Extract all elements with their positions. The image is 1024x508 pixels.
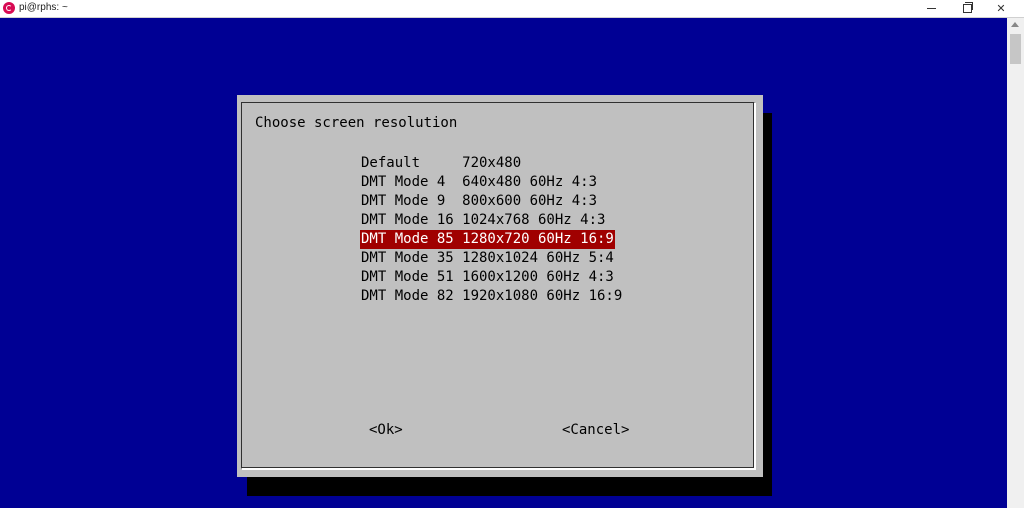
minimize-button[interactable] bbox=[913, 0, 949, 17]
maximize-button[interactable] bbox=[949, 0, 985, 17]
close-button[interactable]: ✕ bbox=[985, 0, 1017, 17]
scroll-thumb[interactable] bbox=[1010, 34, 1021, 64]
dialog-title: Choose screen resolution bbox=[255, 115, 458, 131]
close-icon: ✕ bbox=[996, 3, 1006, 15]
scroll-up-arrow-icon[interactable] bbox=[1011, 22, 1019, 27]
title-bar[interactable]: pi@rphs: ~ ✕ bbox=[0, 0, 1024, 18]
cancel-button[interactable]: <Cancel> bbox=[562, 421, 629, 439]
vertical-scrollbar[interactable] bbox=[1007, 18, 1024, 508]
restore-icon bbox=[962, 2, 973, 13]
menu-item[interactable]: DMT Mode 82 1920x1080 60Hz 16:9 bbox=[360, 287, 623, 306]
resolution-menu: Default 720x480 DMT Mode 4 640x480 60Hz … bbox=[360, 152, 623, 304]
minimize-icon bbox=[926, 8, 936, 9]
ok-button[interactable]: <Ok> bbox=[369, 421, 403, 439]
debian-icon bbox=[3, 2, 15, 14]
resolution-dialog: Choose screen resolution Default 720x480… bbox=[237, 95, 763, 477]
terminal-window: pi@rphs: ~ ✕ Choose screen resolution De… bbox=[0, 0, 1024, 508]
window-title: pi@rphs: ~ bbox=[19, 2, 68, 13]
